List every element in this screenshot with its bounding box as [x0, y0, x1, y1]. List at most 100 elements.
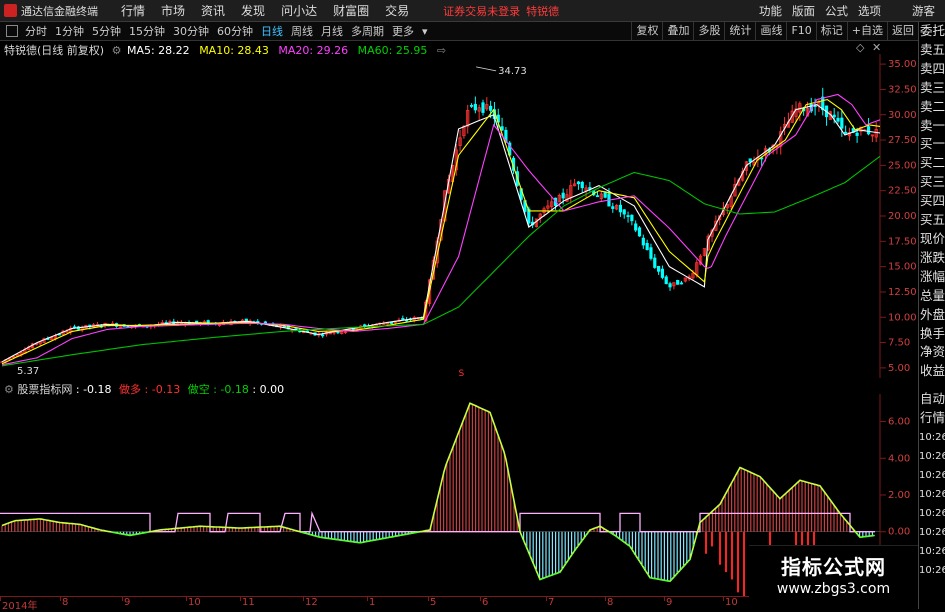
bear-dot	[633, 551, 635, 554]
f10-button[interactable]: F10	[786, 22, 815, 40]
draw-line-button[interactable]: 画线	[755, 22, 786, 40]
y-tick-label: 17.50	[888, 236, 917, 247]
period-tab-daily[interactable]: 日线	[261, 23, 283, 39]
sidebar-item[interactable]: 买五	[919, 211, 945, 230]
period-tab-15min[interactable]: 15分钟	[129, 23, 165, 39]
bear-dot	[403, 533, 405, 536]
y-tick-label: 10.00	[888, 312, 917, 323]
sidebar-item[interactable]: 行情	[919, 409, 945, 428]
y-tick-label: 32.50	[888, 84, 917, 95]
back-button[interactable]: 返回	[887, 22, 918, 40]
period-tab-5min[interactable]: 5分钟	[92, 23, 121, 39]
candle-body	[645, 242, 649, 251]
menu-ask[interactable]: 问小达	[281, 2, 317, 19]
menu-function[interactable]: 功能	[759, 3, 782, 19]
menu-wealth[interactable]: 财富圈	[333, 2, 369, 19]
x-tick-mark	[367, 597, 368, 601]
candle-body	[622, 209, 626, 215]
sidebar-item[interactable]: 外盘	[919, 306, 945, 325]
sidebar-item[interactable]: 买四	[919, 192, 945, 211]
panel-close-icon[interactable]: ✕	[872, 41, 881, 54]
period-tab-weekly[interactable]: 周线	[291, 23, 313, 39]
sidebar-item[interactable]: 10:26	[919, 428, 945, 447]
sidebar-item[interactable]: 卖三	[919, 79, 945, 98]
login-notice[interactable]: 证券交易未登录	[443, 3, 520, 19]
candle-body	[656, 265, 661, 272]
sidebar-item[interactable]: 10:26	[919, 561, 945, 580]
guest-button[interactable]: 游客	[912, 3, 935, 19]
sidebar-item[interactable]: 10:26	[919, 466, 945, 485]
candle-body	[634, 223, 638, 231]
sidebar-item[interactable]: 净资	[919, 343, 945, 362]
sidebar-item[interactable]: 涨跌	[919, 249, 945, 268]
sidebar-item[interactable]: 10:26	[919, 523, 945, 542]
add-watchlist-button[interactable]: +自选	[846, 22, 887, 40]
y-tick-label: 20.00	[888, 211, 917, 222]
sidebar-item[interactable]: 卖一	[919, 117, 945, 136]
mark-button[interactable]: 标记	[815, 22, 847, 40]
bear-dot	[133, 533, 135, 536]
sidebar-item[interactable]: 10:26	[919, 485, 945, 504]
watermark: 指标公式网 www.zbgs3.com	[749, 545, 918, 608]
bear-dot	[561, 568, 563, 571]
sidebar-item[interactable]: 委托	[919, 22, 945, 41]
menu-options[interactable]: 选项	[858, 3, 881, 19]
menu-discover[interactable]: 发现	[241, 2, 265, 19]
sidebar-item[interactable]: 卖四	[919, 60, 945, 79]
period-tab-30min[interactable]: 30分钟	[173, 23, 209, 39]
sidebar-item[interactable]: 总量	[919, 287, 945, 306]
bear-dot	[549, 574, 551, 577]
sidebar-item[interactable]: 收益	[919, 362, 945, 381]
price-chart[interactable]: 35.00 32.50 30.00 27.50 25.00 22.50 20.00 17.50…	[0, 54, 918, 378]
sidebar-item[interactable]: 买一	[919, 135, 945, 154]
sidebar-item[interactable]: 买三	[919, 173, 945, 192]
period-tab-monthly[interactable]: 月线	[321, 23, 343, 39]
bear-dot	[861, 536, 863, 538]
period-tab-multi[interactable]: 多周期	[351, 23, 384, 39]
bear-dot	[535, 569, 537, 571]
menu-market[interactable]: 市场	[161, 2, 185, 19]
bear-dot	[125, 533, 127, 536]
sidebar-item[interactable]: 涨幅	[919, 268, 945, 287]
sidebar-item[interactable]: 换手	[919, 325, 945, 344]
bear-dot	[539, 578, 541, 581]
period-tab-more[interactable]: 更多	[392, 23, 414, 39]
candle-body	[126, 325, 130, 328]
bear-dot	[865, 535, 867, 538]
menu-news[interactable]: 资讯	[201, 2, 225, 19]
sidebar-item[interactable]: 自动	[919, 390, 945, 409]
panel-maximize-icon[interactable]: ◇	[856, 41, 864, 54]
sidebar-item[interactable]: 10:26	[919, 447, 945, 466]
bear-dot	[523, 540, 525, 543]
sub-y-tick-label: 6.00	[888, 417, 910, 428]
overlay-button[interactable]: 叠加	[662, 22, 693, 40]
bear-dot	[647, 573, 649, 576]
candle-body	[637, 227, 642, 237]
bear-dot	[337, 538, 339, 541]
bear-dot	[679, 569, 681, 572]
x-tick-mark	[240, 597, 241, 601]
menu-trade[interactable]: 交易	[385, 2, 409, 19]
menu-formula[interactable]: 公式	[825, 3, 848, 19]
period-tab-intraday[interactable]: 分时	[25, 23, 47, 39]
more-chevron-icon[interactable]: ▾	[422, 25, 428, 38]
menu-layout[interactable]: 版面	[792, 3, 815, 19]
multi-stock-button[interactable]: 多股	[693, 22, 724, 40]
period-tab-60min[interactable]: 60分钟	[217, 23, 253, 39]
menu-quotes[interactable]: 行情	[121, 2, 145, 19]
candle-body	[653, 257, 657, 268]
period-tab-1min[interactable]: 1分钟	[55, 23, 84, 39]
stats-button[interactable]: 统计	[724, 22, 755, 40]
layout-toggle-icon[interactable]	[6, 25, 18, 37]
bear-dot	[529, 554, 531, 557]
sidebar-item[interactable]: 卖二	[919, 98, 945, 117]
sidebar-item[interactable]: 10:26	[919, 504, 945, 523]
bear-dot	[139, 532, 141, 535]
sidebar-item[interactable]: 现价	[919, 230, 945, 249]
sidebar-item[interactable]: 买二	[919, 154, 945, 173]
sidebar-item[interactable]: 10:26	[919, 542, 945, 561]
bear-dot	[567, 559, 569, 562]
adjust-button[interactable]: 复权	[631, 22, 662, 40]
bear-dot	[619, 538, 621, 540]
sidebar-item[interactable]: 卖五	[919, 41, 945, 60]
